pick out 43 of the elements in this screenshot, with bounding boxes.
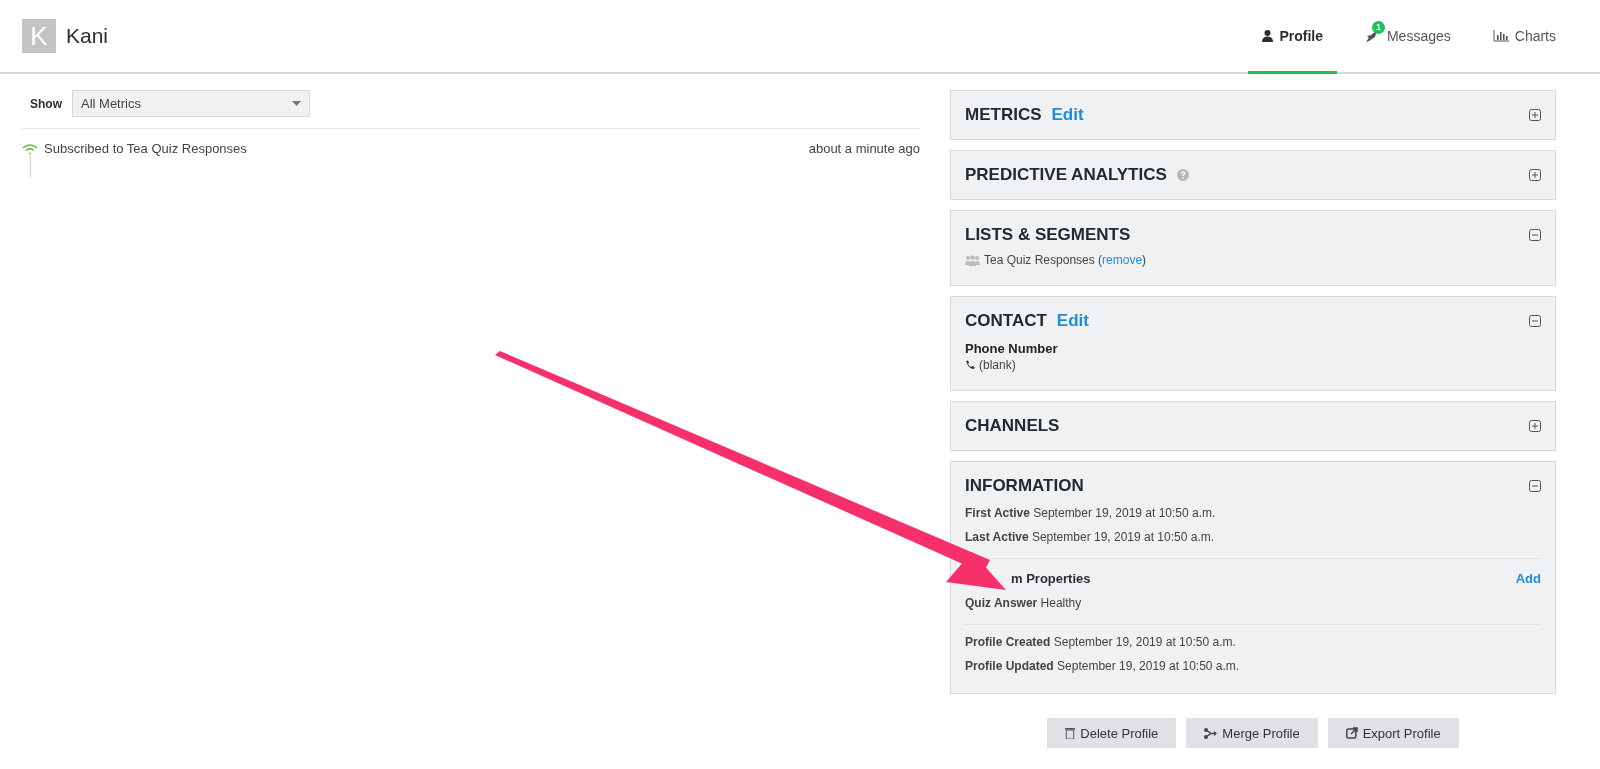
wifi-icon [22,142,38,155]
field-value: (blank) [979,358,1016,372]
nav-tab[interactable]: Charts [1478,0,1570,74]
caret-icon [292,101,301,106]
info-line: Profile Updated September 19, 2019 at 10:50 a.m. [965,659,1241,673]
section-title: METRICS [965,105,1042,125]
info-line: Profile Created September 19, 2019 at 10:50 a.m. [965,635,1237,649]
collapse-icon[interactable] [1529,315,1541,327]
list-entry: Tea Quiz Responses (remove) [984,253,1147,267]
person-icon [1262,29,1274,42]
expand-icon[interactable] [1529,169,1541,181]
section-title: INFORMATION [965,476,1084,496]
action-button[interactable]: Delete Profile [1047,718,1177,748]
external-link-icon [1345,727,1358,739]
merge-icon [1204,727,1218,739]
nav-tab[interactable]: 1 Messages [1350,0,1465,74]
expand-icon[interactable] [1529,420,1541,432]
section-title: LISTS & SEGMENTS [965,225,1131,245]
activity-text: Subscribed to Tea Quiz Responses [44,141,247,156]
action-button[interactable]: Export Profile [1327,718,1459,748]
info-line: Last Active September 19, 2019 at 10:50 a.m. [965,530,1216,544]
bar-chart-icon [1492,29,1509,42]
section-subtitle: m Properties [1011,571,1091,586]
section-title: CONTACT [965,311,1047,331]
profile-name: Kani [66,24,109,48]
info-line: First Active September 19, 2019 at 10:50 a.m. [965,506,1217,520]
filter-label: Show [30,96,62,111]
field-label: Phone Number [965,341,1059,356]
avatar: K [22,19,56,53]
count-badge: 1 [1371,20,1385,34]
action-button[interactable]: Merge Profile [1186,718,1318,748]
metrics-dropdown[interactable]: All Metrics [72,90,310,117]
phone-icon [965,360,975,370]
trash-icon [1065,727,1076,739]
info-line: Quiz Answer Healthy [965,596,1083,610]
group-icon [965,254,980,266]
activity-time: about a minute ago [808,141,920,156]
collapse-icon[interactable] [1529,229,1541,241]
nav-tab[interactable]: Profile [1248,0,1337,74]
expand-icon[interactable] [1529,109,1541,121]
section-title: PREDICTIVE ANALYTICS [965,165,1167,185]
section-title: CHANNELS [965,416,1060,436]
collapse-icon[interactable] [1529,480,1541,492]
